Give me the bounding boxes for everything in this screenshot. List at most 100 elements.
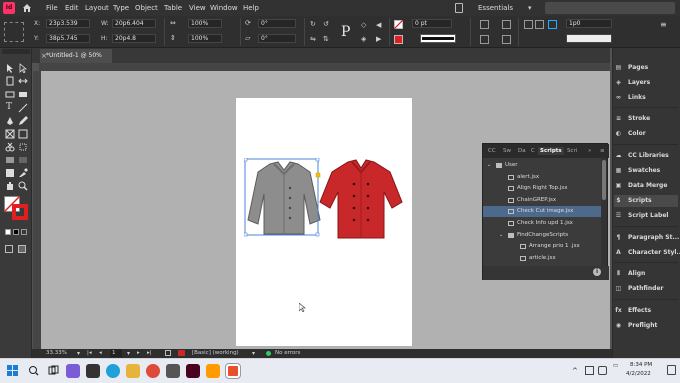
- panel-expand-icon[interactable]: »: [588, 147, 591, 155]
- w-field[interactable]: 20p6.404: [112, 19, 156, 28]
- clock-date[interactable]: 4/2/2022: [626, 371, 651, 377]
- expand-chevron-icon[interactable]: ⌄: [499, 230, 503, 241]
- battery-icon[interactable]: ▭: [611, 363, 620, 369]
- zoom-tool-icon[interactable]: [18, 181, 28, 191]
- menu-object[interactable]: Object: [135, 3, 158, 13]
- line-tool-icon[interactable]: [18, 103, 28, 113]
- red-jacket-image[interactable]: [318, 158, 404, 240]
- expand-chevron-icon[interactable]: ⌄: [487, 160, 491, 171]
- tab-scripts[interactable]: Scripts: [538, 147, 564, 155]
- angle-field[interactable]: 0°: [258, 19, 296, 28]
- gradient-feather-tool-icon[interactable]: [18, 155, 28, 165]
- content-placer-tool-icon[interactable]: [18, 89, 28, 99]
- menu-type[interactable]: Type: [113, 3, 129, 13]
- scale-x-field[interactable]: 100%: [188, 19, 222, 28]
- menu-edit[interactable]: Edit: [65, 3, 79, 13]
- dock-item-layers[interactable]: ◈ Layers: [614, 77, 678, 89]
- shear-field[interactable]: 0°: [258, 34, 296, 43]
- windows-start-icon[interactable]: [7, 365, 18, 376]
- drop-shadow-icon[interactable]: [480, 35, 489, 44]
- panel-menu-icon[interactable]: ≡: [600, 147, 605, 155]
- zoom-dropdown-icon[interactable]: ▾: [77, 349, 80, 358]
- pt-field[interactable]: 1p0: [566, 19, 612, 28]
- direct-selection-tool-icon[interactable]: [18, 63, 28, 73]
- select-previous-icon[interactable]: ◀: [376, 21, 381, 29]
- dock-item-paragraph-st[interactable]: ¶ Paragraph St...: [614, 232, 680, 244]
- illustrator-taskbar-icon[interactable]: [206, 364, 220, 378]
- tab-swatches[interactable]: Sw: [503, 147, 511, 155]
- page-number-field[interactable]: 1: [110, 349, 122, 357]
- indesign-taskbar-icon[interactable]: [186, 364, 200, 378]
- normal-view-icon[interactable]: [5, 245, 13, 253]
- close-tab-icon[interactable]: ×: [41, 49, 47, 63]
- story-editor-icon[interactable]: [178, 350, 185, 356]
- previous-page-icon[interactable]: ◂: [99, 349, 102, 358]
- last-page-icon[interactable]: ▸|: [147, 349, 152, 358]
- dock-item-scripts[interactable]: $ Scripts: [614, 195, 678, 207]
- auto-fit-icon[interactable]: [548, 20, 557, 29]
- page-tool-icon[interactable]: [5, 76, 15, 86]
- photos-icon[interactable]: [166, 364, 180, 378]
- dock-item-stroke[interactable]: ≡ Stroke: [614, 113, 678, 125]
- opacity-field[interactable]: 100%: [566, 34, 612, 43]
- type-tool-icon[interactable]: T: [6, 102, 12, 112]
- apply-color-icon[interactable]: [5, 229, 11, 235]
- pen-tool-icon[interactable]: [5, 116, 15, 126]
- notion-icon[interactable]: [86, 364, 100, 378]
- apply-none-icon[interactable]: [21, 229, 27, 235]
- script-file-row[interactable]: article.jsx: [483, 253, 601, 264]
- style-status[interactable]: [Basic] (working): [192, 349, 239, 358]
- zoom-level[interactable]: 33.33%: [46, 349, 67, 358]
- script-file-row[interactable]: ChainGREP.jsx: [483, 195, 601, 206]
- menu-file[interactable]: File: [46, 3, 58, 13]
- task-view-icon[interactable]: [48, 365, 59, 376]
- dock-item-align[interactable]: ⫴ Align: [614, 268, 678, 280]
- style-dropdown-icon[interactable]: ▾: [252, 349, 255, 358]
- menu-table[interactable]: Table: [164, 3, 182, 13]
- select-container-icon[interactable]: ◈: [361, 35, 366, 43]
- chevron-down-icon[interactable]: ▾: [528, 2, 532, 14]
- corner-options-icon[interactable]: [502, 20, 511, 29]
- scale-y-field[interactable]: 100%: [188, 34, 222, 43]
- dock-item-pathfinder[interactable]: ◫ Pathfinder: [614, 283, 678, 295]
- flip-vertical-icon[interactable]: ⇅: [323, 35, 329, 43]
- info-icon[interactable]: i: [593, 268, 601, 276]
- page-options-icon[interactable]: [165, 350, 171, 356]
- stroke-color-swatch[interactable]: [12, 204, 28, 220]
- content-collector-tool-icon[interactable]: [5, 89, 15, 99]
- network-icon[interactable]: [585, 366, 594, 375]
- dock-item-preflight[interactable]: ◉ Preflight: [614, 320, 678, 332]
- panel-menu-icon[interactable]: ≡: [660, 20, 667, 29]
- scissors-tool-icon[interactable]: [5, 142, 15, 152]
- dock-item-character-styl[interactable]: A Character Styl...: [614, 247, 680, 259]
- tab-data-merge[interactable]: Da: [518, 147, 526, 155]
- gap-tool-icon[interactable]: [18, 76, 28, 86]
- x-field[interactable]: 23p3.539: [46, 19, 90, 28]
- apply-gradient-icon[interactable]: [13, 229, 19, 235]
- y-field[interactable]: 38p5.745: [46, 34, 90, 43]
- pencil-tool-icon[interactable]: [18, 116, 28, 126]
- script-file-row[interactable]: Arrange prio 1 .jsx: [483, 241, 601, 252]
- first-page-icon[interactable]: |◂: [87, 349, 92, 358]
- dock-item-script-label[interactable]: ☰ Script Label: [614, 210, 678, 222]
- script-file-row[interactable]: Align Right Top.jsx: [483, 183, 601, 194]
- app-taskbar-icon[interactable]: [225, 363, 241, 379]
- note-tool-icon[interactable]: [5, 168, 15, 178]
- script-file-row[interactable]: alert.jsx: [483, 172, 601, 183]
- dock-item-links[interactable]: ∞ Links: [614, 92, 678, 104]
- script-folder-row[interactable]: ⌄ User: [483, 160, 601, 171]
- text-wrap-icon[interactable]: [502, 35, 511, 44]
- eyedropper-tool-icon[interactable]: [18, 168, 28, 178]
- select-next-icon[interactable]: ▶: [376, 35, 381, 43]
- share-icon[interactable]: [455, 3, 463, 13]
- speaker-icon[interactable]: [598, 366, 607, 375]
- script-file-row[interactable]: Check Info upd 1.jsx: [483, 218, 601, 229]
- direct-select-p-icon[interactable]: P: [341, 24, 350, 40]
- dock-item-pages[interactable]: ▤ Pages: [614, 62, 678, 74]
- dock-item-cc-libraries[interactable]: ☁ CC Libraries: [614, 150, 678, 162]
- menu-window[interactable]: Window: [210, 3, 238, 13]
- gradient-swatch-tool-icon[interactable]: [5, 155, 15, 165]
- rotate-90-ccw-icon[interactable]: ↺: [323, 20, 329, 28]
- notification-icon[interactable]: [667, 365, 676, 375]
- flip-horizontal-icon[interactable]: ⇋: [310, 35, 316, 43]
